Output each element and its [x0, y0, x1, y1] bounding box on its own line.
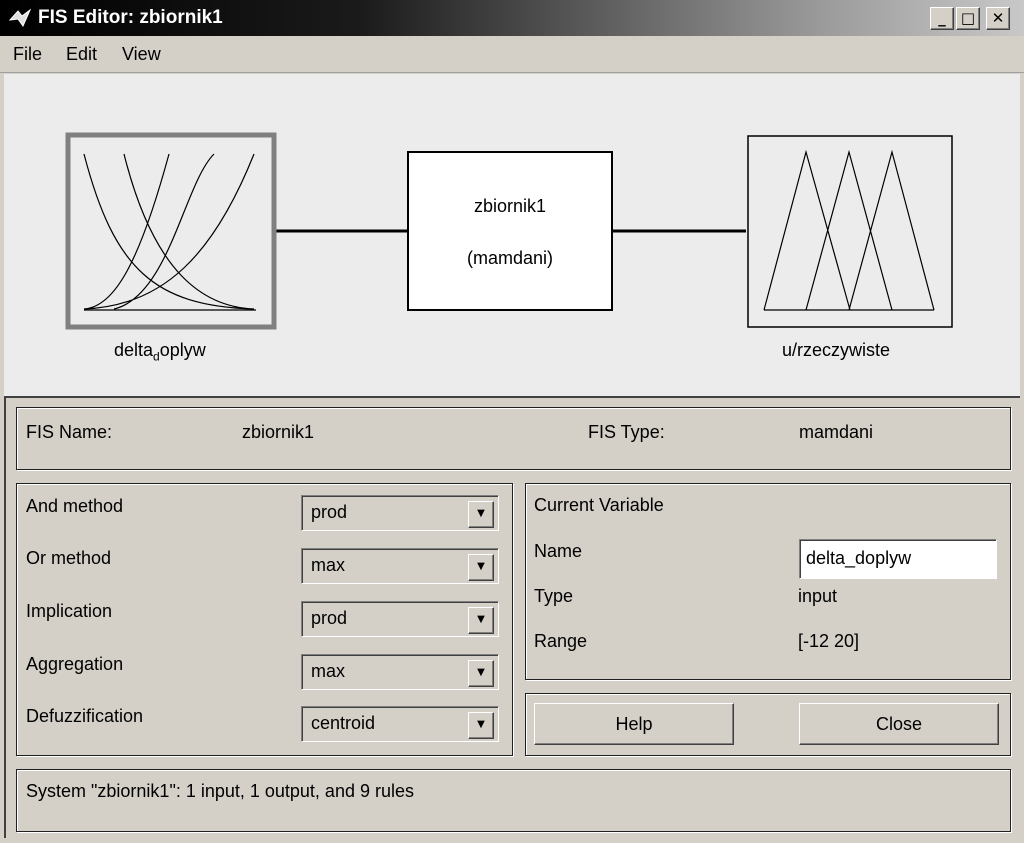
fis-diagram: deltadoplyw zbiornik1 (mamdani) u/rzeczy… — [4, 74, 1020, 396]
close-button[interactable]: Close — [799, 703, 999, 745]
current-variable-frame: Current Variable Name delta_doplyw Type … — [525, 483, 1011, 680]
or-method-label: Or method — [26, 548, 112, 568]
menu-bar: File Edit View — [0, 36, 1024, 73]
maximize-button[interactable]: □ — [956, 7, 980, 30]
menu-file[interactable]: File — [13, 44, 42, 65]
defuzzification-label: Defuzzification — [26, 706, 144, 726]
variable-range-label: Range — [534, 631, 588, 651]
menu-view[interactable]: View — [122, 44, 161, 65]
methods-frame: And method prod ▼ Or method max ▼ Implicat… — [16, 483, 513, 756]
variable-type-label: Type — [534, 586, 574, 606]
fis-type-label: FIS Type: — [588, 422, 665, 442]
fis-name-value: zbiornik1 — [242, 422, 315, 442]
fis-name-label: FIS Name: — [26, 422, 113, 442]
and-method-select[interactable]: prod ▼ — [301, 495, 499, 531]
chevron-down-icon[interactable]: ▼ — [468, 554, 494, 581]
variable-type-value: input — [798, 586, 838, 606]
control-panel: FIS Name: zbiornik1 FIS Type: mamdani An… — [4, 396, 1020, 838]
chevron-down-icon[interactable]: ▼ — [468, 712, 494, 739]
variable-range-value: [-12 20] — [798, 631, 860, 651]
defuzzification-select[interactable]: centroid ▼ — [301, 706, 499, 742]
help-button[interactable]: Help — [534, 703, 734, 745]
or-method-select[interactable]: max ▼ — [301, 548, 499, 584]
title-bar[interactable]: FIS Editor: zbiornik1 _ □ ✕ — [0, 0, 1024, 36]
current-variable-heading: Current Variable — [534, 495, 664, 515]
status-frame: System "zbiornik1": 1 input, 1 output, a… — [16, 769, 1011, 832]
variable-name-label: Name — [534, 541, 583, 561]
chevron-down-icon[interactable]: ▼ — [468, 660, 494, 687]
minimize-button[interactable]: _ — [930, 7, 954, 30]
output-variable-label[interactable]: u/rzeczywiste — [782, 340, 890, 361]
implication-select[interactable]: prod ▼ — [301, 601, 499, 637]
aggregation-select[interactable]: max ▼ — [301, 654, 499, 690]
chevron-down-icon[interactable]: ▼ — [468, 501, 494, 528]
fis-type-value: mamdani — [799, 422, 874, 442]
aggregation-label: Aggregation — [26, 654, 124, 674]
matlab-icon — [9, 8, 31, 28]
buttons-frame: Help Close — [525, 693, 1011, 756]
close-window-button[interactable]: ✕ — [986, 7, 1010, 30]
fis-info-frame: FIS Name: zbiornik1 FIS Type: mamdani — [16, 407, 1011, 470]
and-method-label: And method — [26, 496, 124, 516]
system-type-label: (mamdani) — [466, 248, 554, 268]
window-title: FIS Editor: zbiornik1 — [38, 7, 223, 28]
status-text: System "zbiornik1": 1 input, 1 output, a… — [26, 781, 414, 801]
system-block[interactable] — [407, 151, 613, 311]
output-variable-block[interactable] — [747, 135, 953, 328]
implication-label: Implication — [26, 601, 113, 621]
variable-name-input[interactable]: delta_doplyw — [799, 539, 997, 579]
input-variable-block[interactable] — [65, 132, 277, 330]
input-variable-label[interactable]: deltadoplyw — [114, 340, 206, 364]
chevron-down-icon[interactable]: ▼ — [468, 607, 494, 634]
system-name-label: zbiornik1 — [473, 196, 547, 216]
menu-edit[interactable]: Edit — [66, 44, 97, 65]
